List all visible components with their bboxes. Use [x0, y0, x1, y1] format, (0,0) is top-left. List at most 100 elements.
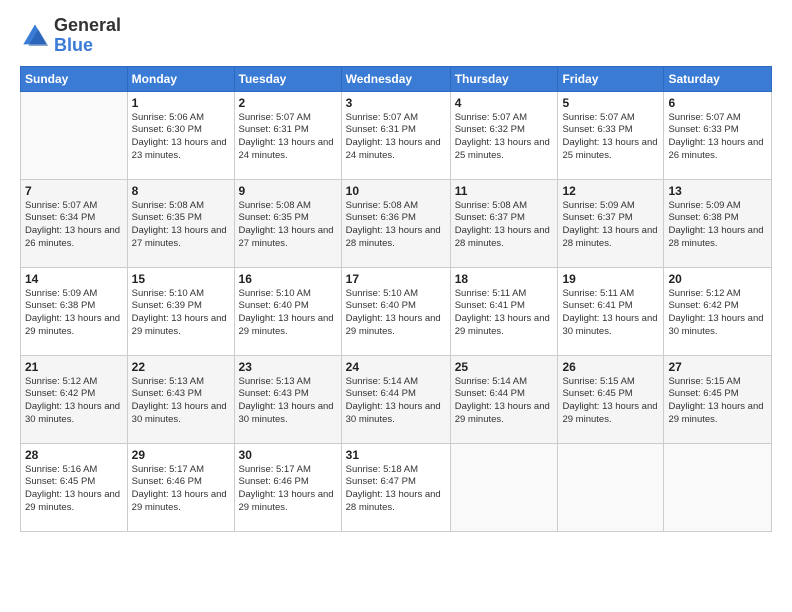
day-number: 22	[132, 360, 230, 374]
day-number: 21	[25, 360, 123, 374]
day-number: 4	[455, 96, 554, 110]
weekday-header-wednesday: Wednesday	[341, 66, 450, 91]
calendar-cell: 18 Sunrise: 5:11 AMSunset: 6:41 PMDayligh…	[450, 267, 558, 355]
day-number: 1	[132, 96, 230, 110]
day-number: 12	[562, 184, 659, 198]
day-number: 9	[239, 184, 337, 198]
weekday-header-saturday: Saturday	[664, 66, 772, 91]
day-number: 11	[455, 184, 554, 198]
week-row-4: 21 Sunrise: 5:12 AMSunset: 6:42 PMDayligh…	[21, 355, 772, 443]
cell-info: Sunrise: 5:07 AMSunset: 6:31 PMDaylight:…	[239, 112, 337, 163]
cell-info: Sunrise: 5:08 AMSunset: 6:36 PMDaylight:…	[346, 200, 446, 251]
calendar-cell: 20 Sunrise: 5:12 AMSunset: 6:42 PMDayligh…	[664, 267, 772, 355]
calendar-cell: 16 Sunrise: 5:10 AMSunset: 6:40 PMDayligh…	[234, 267, 341, 355]
day-number: 29	[132, 448, 230, 462]
calendar-cell: 3 Sunrise: 5:07 AMSunset: 6:31 PMDaylight…	[341, 91, 450, 179]
day-number: 16	[239, 272, 337, 286]
calendar-cell: 5 Sunrise: 5:07 AMSunset: 6:33 PMDaylight…	[558, 91, 664, 179]
cell-info: Sunrise: 5:15 AMSunset: 6:45 PMDaylight:…	[668, 376, 767, 427]
cell-info: Sunrise: 5:14 AMSunset: 6:44 PMDaylight:…	[455, 376, 554, 427]
calendar-cell: 8 Sunrise: 5:08 AMSunset: 6:35 PMDaylight…	[127, 179, 234, 267]
cell-info: Sunrise: 5:12 AMSunset: 6:42 PMDaylight:…	[25, 376, 123, 427]
calendar-cell: 9 Sunrise: 5:08 AMSunset: 6:35 PMDaylight…	[234, 179, 341, 267]
calendar-cell: 22 Sunrise: 5:13 AMSunset: 6:43 PMDayligh…	[127, 355, 234, 443]
calendar-cell: 15 Sunrise: 5:10 AMSunset: 6:39 PMDayligh…	[127, 267, 234, 355]
calendar-cell: 21 Sunrise: 5:12 AMSunset: 6:42 PMDayligh…	[21, 355, 128, 443]
weekday-header-tuesday: Tuesday	[234, 66, 341, 91]
week-row-5: 28Sunrise: 5:16 AMSunset: 6:45 PMDayligh…	[21, 443, 772, 531]
day-number: 14	[25, 272, 123, 286]
cell-info: Sunrise: 5:15 AMSunset: 6:45 PMDaylight:…	[562, 376, 659, 427]
calendar-cell: 19 Sunrise: 5:11 AMSunset: 6:41 PMDayligh…	[558, 267, 664, 355]
page: General Blue SundayMondayTuesdayWednesda…	[0, 0, 792, 612]
calendar-cell: 26 Sunrise: 5:15 AMSunset: 6:45 PMDayligh…	[558, 355, 664, 443]
calendar-cell: 24 Sunrise: 5:14 AMSunset: 6:44 PMDayligh…	[341, 355, 450, 443]
calendar-cell: 27Sunrise: 5:15 AMSunset: 6:45 PMDayligh…	[664, 355, 772, 443]
calendar-cell	[450, 443, 558, 531]
logo: General Blue	[20, 16, 121, 56]
cell-info: Sunrise: 5:07 AMSunset: 6:33 PMDaylight:…	[668, 112, 767, 163]
calendar-cell: 23 Sunrise: 5:13 AMSunset: 6:43 PMDayligh…	[234, 355, 341, 443]
calendar-cell: 11 Sunrise: 5:08 AMSunset: 6:37 PMDayligh…	[450, 179, 558, 267]
calendar-cell: 12 Sunrise: 5:09 AMSunset: 6:37 PMDayligh…	[558, 179, 664, 267]
day-number: 19	[562, 272, 659, 286]
cell-info: Sunrise: 5:07 AMSunset: 6:33 PMDaylight:…	[562, 112, 659, 163]
cell-info: Sunrise: 5:14 AMSunset: 6:44 PMDaylight:…	[346, 376, 446, 427]
calendar-cell: 6 Sunrise: 5:07 AMSunset: 6:33 PMDaylight…	[664, 91, 772, 179]
calendar-cell: 29Sunrise: 5:17 AMSunset: 6:46 PMDayligh…	[127, 443, 234, 531]
day-number: 31	[346, 448, 446, 462]
day-number: 23	[239, 360, 337, 374]
calendar-cell: 13 Sunrise: 5:09 AMSunset: 6:38 PMDayligh…	[664, 179, 772, 267]
cell-info: Sunrise: 5:17 AMSunset: 6:46 PMDaylight:…	[239, 464, 337, 515]
calendar-cell: 1 Sunrise: 5:06 AMSunset: 6:30 PMDaylight…	[127, 91, 234, 179]
day-number: 13	[668, 184, 767, 198]
calendar-cell: 2 Sunrise: 5:07 AMSunset: 6:31 PMDaylight…	[234, 91, 341, 179]
week-row-1: 1 Sunrise: 5:06 AMSunset: 6:30 PMDaylight…	[21, 91, 772, 179]
calendar-cell: 25 Sunrise: 5:14 AMSunset: 6:44 PMDayligh…	[450, 355, 558, 443]
day-number: 20	[668, 272, 767, 286]
day-number: 15	[132, 272, 230, 286]
day-number: 28	[25, 448, 123, 462]
day-number: 25	[455, 360, 554, 374]
cell-info: Sunrise: 5:08 AMSunset: 6:35 PMDaylight:…	[239, 200, 337, 251]
calendar-cell: 14Sunrise: 5:09 AMSunset: 6:38 PMDayligh…	[21, 267, 128, 355]
day-number: 26	[562, 360, 659, 374]
calendar-cell: 17Sunrise: 5:10 AMSunset: 6:40 PMDayligh…	[341, 267, 450, 355]
day-number: 18	[455, 272, 554, 286]
day-number: 3	[346, 96, 446, 110]
logo-text: General Blue	[54, 16, 121, 56]
cell-info: Sunrise: 5:10 AMSunset: 6:40 PMDaylight:…	[346, 288, 446, 339]
calendar-cell: 7Sunrise: 5:07 AMSunset: 6:34 PMDaylight…	[21, 179, 128, 267]
cell-info: Sunrise: 5:10 AMSunset: 6:40 PMDaylight:…	[239, 288, 337, 339]
calendar: SundayMondayTuesdayWednesdayThursdayFrid…	[20, 66, 772, 532]
cell-info: Sunrise: 5:11 AMSunset: 6:41 PMDaylight:…	[562, 288, 659, 339]
day-number: 5	[562, 96, 659, 110]
calendar-cell	[664, 443, 772, 531]
calendar-cell	[558, 443, 664, 531]
cell-info: Sunrise: 5:09 AMSunset: 6:38 PMDaylight:…	[668, 200, 767, 251]
cell-info: Sunrise: 5:13 AMSunset: 6:43 PMDaylight:…	[132, 376, 230, 427]
weekday-header-friday: Friday	[558, 66, 664, 91]
calendar-cell: 28Sunrise: 5:16 AMSunset: 6:45 PMDayligh…	[21, 443, 128, 531]
calendar-header-row: SundayMondayTuesdayWednesdayThursdayFrid…	[21, 66, 772, 91]
week-row-3: 14Sunrise: 5:09 AMSunset: 6:38 PMDayligh…	[21, 267, 772, 355]
cell-info: Sunrise: 5:07 AMSunset: 6:31 PMDaylight:…	[346, 112, 446, 163]
calendar-cell: 10Sunrise: 5:08 AMSunset: 6:36 PMDayligh…	[341, 179, 450, 267]
cell-info: Sunrise: 5:18 AMSunset: 6:47 PMDaylight:…	[346, 464, 446, 515]
day-number: 6	[668, 96, 767, 110]
cell-info: Sunrise: 5:08 AMSunset: 6:35 PMDaylight:…	[132, 200, 230, 251]
cell-info: Sunrise: 5:11 AMSunset: 6:41 PMDaylight:…	[455, 288, 554, 339]
cell-info: Sunrise: 5:13 AMSunset: 6:43 PMDaylight:…	[239, 376, 337, 427]
day-number: 2	[239, 96, 337, 110]
calendar-cell	[21, 91, 128, 179]
day-number: 30	[239, 448, 337, 462]
day-number: 24	[346, 360, 446, 374]
cell-info: Sunrise: 5:10 AMSunset: 6:39 PMDaylight:…	[132, 288, 230, 339]
cell-info: Sunrise: 5:09 AMSunset: 6:37 PMDaylight:…	[562, 200, 659, 251]
cell-info: Sunrise: 5:07 AMSunset: 6:34 PMDaylight:…	[25, 200, 123, 251]
cell-info: Sunrise: 5:06 AMSunset: 6:30 PMDaylight:…	[132, 112, 230, 163]
cell-info: Sunrise: 5:08 AMSunset: 6:37 PMDaylight:…	[455, 200, 554, 251]
cell-info: Sunrise: 5:12 AMSunset: 6:42 PMDaylight:…	[668, 288, 767, 339]
calendar-cell: 30 Sunrise: 5:17 AMSunset: 6:46 PMDayligh…	[234, 443, 341, 531]
day-number: 8	[132, 184, 230, 198]
